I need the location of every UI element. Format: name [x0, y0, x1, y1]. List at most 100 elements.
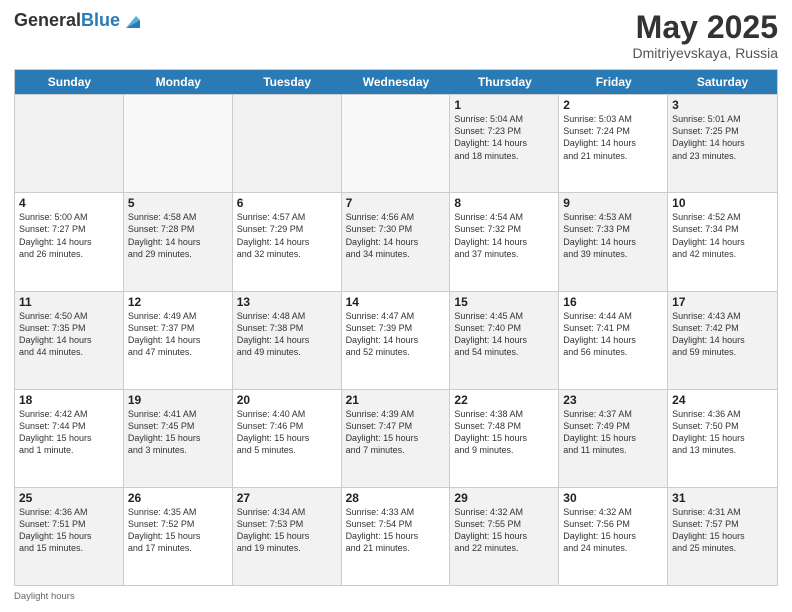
cal-cell-day-23: 23Sunrise: 4:37 AMSunset: 7:49 PMDayligh…: [559, 390, 668, 487]
cal-cell-day-11: 11Sunrise: 4:50 AMSunset: 7:35 PMDayligh…: [15, 292, 124, 389]
cal-cell-day-16: 16Sunrise: 4:44 AMSunset: 7:41 PMDayligh…: [559, 292, 668, 389]
cal-cell-day-29: 29Sunrise: 4:32 AMSunset: 7:55 PMDayligh…: [450, 488, 559, 585]
cal-cell-empty-0-1: [124, 95, 233, 192]
day-detail: Sunrise: 4:33 AMSunset: 7:54 PMDaylight:…: [346, 506, 446, 555]
day-detail: Sunrise: 4:42 AMSunset: 7:44 PMDaylight:…: [19, 408, 119, 457]
day-number: 31: [672, 491, 773, 505]
weekday-header-thursday: Thursday: [450, 70, 559, 94]
cal-cell-day-3: 3Sunrise: 5:01 AMSunset: 7:25 PMDaylight…: [668, 95, 777, 192]
cal-cell-day-24: 24Sunrise: 4:36 AMSunset: 7:50 PMDayligh…: [668, 390, 777, 487]
day-number: 6: [237, 196, 337, 210]
day-detail: Sunrise: 4:37 AMSunset: 7:49 PMDaylight:…: [563, 408, 663, 457]
cal-cell-day-25: 25Sunrise: 4:36 AMSunset: 7:51 PMDayligh…: [15, 488, 124, 585]
day-detail: Sunrise: 4:35 AMSunset: 7:52 PMDaylight:…: [128, 506, 228, 555]
day-detail: Sunrise: 5:03 AMSunset: 7:24 PMDaylight:…: [563, 113, 663, 162]
day-detail: Sunrise: 4:40 AMSunset: 7:46 PMDaylight:…: [237, 408, 337, 457]
cal-cell-day-4: 4Sunrise: 5:00 AMSunset: 7:27 PMDaylight…: [15, 193, 124, 290]
day-number: 24: [672, 393, 773, 407]
day-number: 22: [454, 393, 554, 407]
day-number: 30: [563, 491, 663, 505]
cal-week-3: 11Sunrise: 4:50 AMSunset: 7:35 PMDayligh…: [15, 291, 777, 389]
cal-cell-empty-0-0: [15, 95, 124, 192]
day-detail: Sunrise: 4:32 AMSunset: 7:56 PMDaylight:…: [563, 506, 663, 555]
cal-cell-day-30: 30Sunrise: 4:32 AMSunset: 7:56 PMDayligh…: [559, 488, 668, 585]
cal-cell-day-5: 5Sunrise: 4:58 AMSunset: 7:28 PMDaylight…: [124, 193, 233, 290]
day-detail: Sunrise: 4:48 AMSunset: 7:38 PMDaylight:…: [237, 310, 337, 359]
day-detail: Sunrise: 4:49 AMSunset: 7:37 PMDaylight:…: [128, 310, 228, 359]
day-number: 1: [454, 98, 554, 112]
calendar-header: SundayMondayTuesdayWednesdayThursdayFrid…: [15, 70, 777, 94]
day-detail: Sunrise: 4:32 AMSunset: 7:55 PMDaylight:…: [454, 506, 554, 555]
cal-cell-day-15: 15Sunrise: 4:45 AMSunset: 7:40 PMDayligh…: [450, 292, 559, 389]
logo-general: GeneralBlue: [14, 11, 120, 31]
day-detail: Sunrise: 4:53 AMSunset: 7:33 PMDaylight:…: [563, 211, 663, 260]
logo-text-block: GeneralBlue: [14, 10, 144, 32]
day-number: 7: [346, 196, 446, 210]
weekday-header-monday: Monday: [124, 70, 233, 94]
day-detail: Sunrise: 4:52 AMSunset: 7:34 PMDaylight:…: [672, 211, 773, 260]
day-number: 8: [454, 196, 554, 210]
day-detail: Sunrise: 4:44 AMSunset: 7:41 PMDaylight:…: [563, 310, 663, 359]
day-number: 15: [454, 295, 554, 309]
weekday-header-saturday: Saturday: [668, 70, 777, 94]
cal-cell-day-10: 10Sunrise: 4:52 AMSunset: 7:34 PMDayligh…: [668, 193, 777, 290]
cal-cell-day-8: 8Sunrise: 4:54 AMSunset: 7:32 PMDaylight…: [450, 193, 559, 290]
day-number: 13: [237, 295, 337, 309]
cal-cell-day-19: 19Sunrise: 4:41 AMSunset: 7:45 PMDayligh…: [124, 390, 233, 487]
day-detail: Sunrise: 4:47 AMSunset: 7:39 PMDaylight:…: [346, 310, 446, 359]
day-detail: Sunrise: 4:41 AMSunset: 7:45 PMDaylight:…: [128, 408, 228, 457]
day-number: 9: [563, 196, 663, 210]
day-detail: Sunrise: 4:45 AMSunset: 7:40 PMDaylight:…: [454, 310, 554, 359]
weekday-header-tuesday: Tuesday: [233, 70, 342, 94]
cal-cell-day-28: 28Sunrise: 4:33 AMSunset: 7:54 PMDayligh…: [342, 488, 451, 585]
day-detail: Sunrise: 4:50 AMSunset: 7:35 PMDaylight:…: [19, 310, 119, 359]
footer: Daylight hours: [14, 591, 778, 602]
day-number: 2: [563, 98, 663, 112]
cal-cell-day-22: 22Sunrise: 4:38 AMSunset: 7:48 PMDayligh…: [450, 390, 559, 487]
day-detail: Sunrise: 4:34 AMSunset: 7:53 PMDaylight:…: [237, 506, 337, 555]
cal-cell-day-31: 31Sunrise: 4:31 AMSunset: 7:57 PMDayligh…: [668, 488, 777, 585]
calendar: SundayMondayTuesdayWednesdayThursdayFrid…: [14, 69, 778, 586]
cal-cell-day-2: 2Sunrise: 5:03 AMSunset: 7:24 PMDaylight…: [559, 95, 668, 192]
location: Dmitriyevskaya, Russia: [633, 45, 778, 61]
day-number: 25: [19, 491, 119, 505]
day-detail: Sunrise: 5:04 AMSunset: 7:23 PMDaylight:…: [454, 113, 554, 162]
weekday-header-sunday: Sunday: [15, 70, 124, 94]
cal-cell-day-17: 17Sunrise: 4:43 AMSunset: 7:42 PMDayligh…: [668, 292, 777, 389]
title-block: May 2025 Dmitriyevskaya, Russia: [633, 10, 778, 61]
month-title: May 2025: [633, 10, 778, 45]
logo-icon: [122, 10, 144, 32]
day-number: 3: [672, 98, 773, 112]
day-detail: Sunrise: 5:00 AMSunset: 7:27 PMDaylight:…: [19, 211, 119, 260]
day-detail: Sunrise: 4:54 AMSunset: 7:32 PMDaylight:…: [454, 211, 554, 260]
cal-week-1: 1Sunrise: 5:04 AMSunset: 7:23 PMDaylight…: [15, 94, 777, 192]
day-number: 26: [128, 491, 228, 505]
cal-week-4: 18Sunrise: 4:42 AMSunset: 7:44 PMDayligh…: [15, 389, 777, 487]
day-number: 29: [454, 491, 554, 505]
day-detail: Sunrise: 4:36 AMSunset: 7:50 PMDaylight:…: [672, 408, 773, 457]
day-number: 18: [19, 393, 119, 407]
header: GeneralBlue May 2025 Dmitriyevskaya, Rus…: [14, 10, 778, 61]
day-number: 17: [672, 295, 773, 309]
cal-cell-day-1: 1Sunrise: 5:04 AMSunset: 7:23 PMDaylight…: [450, 95, 559, 192]
day-number: 20: [237, 393, 337, 407]
day-detail: Sunrise: 4:39 AMSunset: 7:47 PMDaylight:…: [346, 408, 446, 457]
day-number: 12: [128, 295, 228, 309]
cal-cell-empty-0-3: [342, 95, 451, 192]
cal-cell-day-18: 18Sunrise: 4:42 AMSunset: 7:44 PMDayligh…: [15, 390, 124, 487]
day-detail: Sunrise: 4:58 AMSunset: 7:28 PMDaylight:…: [128, 211, 228, 260]
day-number: 10: [672, 196, 773, 210]
cal-cell-day-7: 7Sunrise: 4:56 AMSunset: 7:30 PMDaylight…: [342, 193, 451, 290]
cal-cell-day-6: 6Sunrise: 4:57 AMSunset: 7:29 PMDaylight…: [233, 193, 342, 290]
day-number: 21: [346, 393, 446, 407]
cal-week-5: 25Sunrise: 4:36 AMSunset: 7:51 PMDayligh…: [15, 487, 777, 585]
weekday-header-friday: Friday: [559, 70, 668, 94]
day-number: 19: [128, 393, 228, 407]
day-detail: Sunrise: 5:01 AMSunset: 7:25 PMDaylight:…: [672, 113, 773, 162]
day-number: 23: [563, 393, 663, 407]
day-detail: Sunrise: 4:43 AMSunset: 7:42 PMDaylight:…: [672, 310, 773, 359]
cal-cell-day-13: 13Sunrise: 4:48 AMSunset: 7:38 PMDayligh…: [233, 292, 342, 389]
page: GeneralBlue May 2025 Dmitriyevskaya, Rus…: [0, 0, 792, 612]
logo: GeneralBlue: [14, 10, 144, 32]
cal-week-2: 4Sunrise: 5:00 AMSunset: 7:27 PMDaylight…: [15, 192, 777, 290]
